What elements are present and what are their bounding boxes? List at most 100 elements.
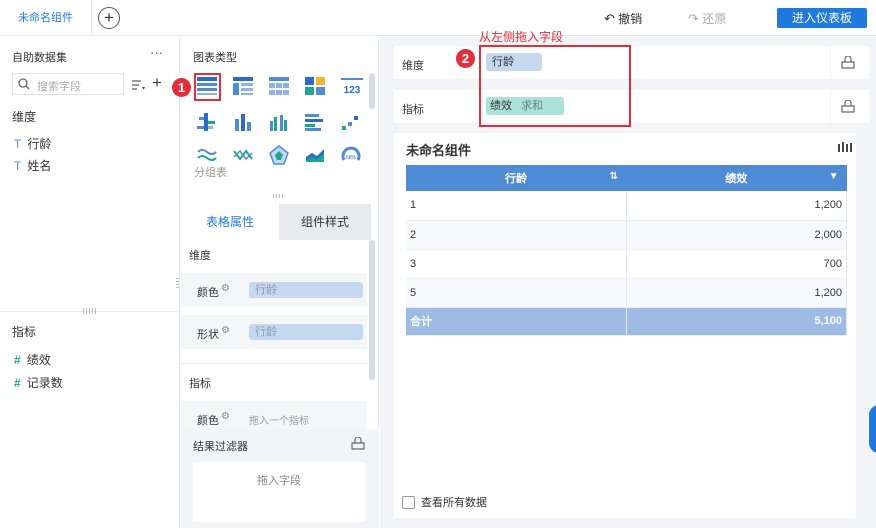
measure-field-record-count[interactable]: # 记录数 <box>14 374 63 391</box>
resize-handle[interactable] <box>83 308 97 314</box>
chart-types-scrollbar[interactable] <box>369 73 375 109</box>
section-divider <box>181 363 371 364</box>
scatter-chart-icon[interactable] <box>341 113 361 131</box>
color-block-icon[interactable] <box>305 77 325 95</box>
dimension-color-row: 颜色 ⚙ 行龄 <box>181 273 367 307</box>
sort-icon[interactable]: ⇅ <box>610 171 618 182</box>
annotation-hint: 从左侧拖入字段 <box>479 30 564 44</box>
result-filter-section: 结果过滤器 拖入字段 <box>181 429 379 528</box>
measure-header: 指标 <box>12 325 37 339</box>
undo-label: 撤销 <box>618 12 643 26</box>
svg-text:68%: 68% <box>346 155 357 161</box>
measure-field-performance[interactable]: # 绩效 <box>14 351 51 368</box>
measure-shelf-label: 指标 <box>402 104 424 116</box>
dataset-panel: 自助数据集 ··· 搜索字段 + 维度 T 行龄 T 姓名 指标 # 绩效 # 记录数 <box>0 37 180 528</box>
number-card-icon[interactable]: 123 <box>341 77 363 95</box>
add-tab-button[interactable]: + <box>98 7 120 29</box>
undo-icon: ↶ <box>604 11 615 26</box>
svg-text:123: 123 <box>344 85 361 95</box>
dimension-shelf-settings[interactable] <box>831 46 869 79</box>
result-filter-title: 结果过滤器 <box>193 441 248 453</box>
gauge-chart-icon[interactable]: 68% <box>341 145 361 165</box>
table-cell: 1 <box>406 191 627 221</box>
property-dimension-header: 维度 <box>189 250 211 262</box>
table-cell: 1,200 <box>626 191 847 221</box>
grouped-table-label: 分组表 <box>194 167 227 179</box>
dimension-field-name[interactable]: T 姓名 <box>14 157 51 174</box>
table-cell: 700 <box>626 249 847 279</box>
table-cell: 3 <box>406 249 627 279</box>
color-label: 颜色 <box>197 287 219 299</box>
show-all-data-checkbox[interactable]: 查看所有数据 <box>402 494 487 510</box>
color-field-pill[interactable]: 行龄 <box>249 282 363 298</box>
dropdown-arrow-icon[interactable]: ▼ <box>829 171 839 182</box>
gear-icon[interactable]: ⚙ <box>221 325 230 336</box>
checkbox-box[interactable] <box>402 496 415 509</box>
search-icon <box>18 78 30 90</box>
highlight-drop-shelves <box>479 45 631 127</box>
search-input[interactable]: 搜索字段 <box>12 73 124 95</box>
redo-button[interactable]: ↷ 还原 <box>688 10 726 27</box>
redo-label: 还原 <box>702 12 727 26</box>
shape-field-pill[interactable]: 行龄 <box>249 324 363 340</box>
tab-component-style[interactable]: 组件样式 <box>279 204 371 240</box>
left-panel-resize-handle[interactable] <box>176 276 179 288</box>
table-cell: 1,200 <box>626 278 847 308</box>
widget-card: 未命名组件 行龄 ⇅ 绩效 ▼ 1 1,200 2 2,000 3 700 5 … <box>394 133 856 518</box>
enter-dashboard-button[interactable]: 进入仪表板 <box>777 8 867 28</box>
chart-types-resize-handle[interactable] <box>273 194 285 198</box>
measure-drop-placeholder[interactable]: 拖入一个指标 <box>249 412 309 427</box>
table-cell: 2 <box>406 220 627 250</box>
detail-table-icon[interactable] <box>233 77 253 95</box>
radar-chart-icon[interactable] <box>269 145 289 165</box>
more-menu-button[interactable]: ··· <box>150 45 163 60</box>
grouped-grid-icon[interactable] <box>269 77 289 95</box>
text-field-icon: T <box>14 159 22 173</box>
area-chart-icon[interactable] <box>305 147 325 163</box>
bar-chart-icon[interactable] <box>305 113 325 131</box>
column-chart-icon[interactable] <box>233 113 253 131</box>
undo-button[interactable]: ↶ 撤销 <box>604 10 642 27</box>
search-placeholder: 搜索字段 <box>37 81 81 93</box>
filter-settings-icon[interactable] <box>351 437 365 450</box>
gear-icon[interactable]: ⚙ <box>221 283 230 294</box>
table-cell: 2,000 <box>626 220 847 250</box>
gear-icon[interactable]: ⚙ <box>221 411 230 422</box>
data-table: 行龄 ⇅ 绩效 ▼ 1 1,200 2 2,000 3 700 5 1,200 … <box>406 165 847 336</box>
field-label: 姓名 <box>27 159 52 173</box>
floating-help-widget[interactable] <box>869 405 876 453</box>
dimension-header: 维度 <box>12 110 37 124</box>
chart-toggle-icon[interactable] <box>838 142 852 153</box>
header-label: 绩效 <box>725 173 748 185</box>
grouped-column-icon[interactable] <box>269 113 289 131</box>
filter-drop-zone[interactable]: 拖入字段 <box>193 462 365 522</box>
highlight-table-chart <box>194 73 221 101</box>
properties-scrollbar[interactable] <box>369 240 375 380</box>
chart-types-title: 图表类型 <box>193 52 237 64</box>
table-row: 1 1,200 <box>406 191 847 221</box>
tab-table-properties[interactable]: 表格属性 <box>181 204 279 240</box>
dimension-field-age[interactable]: T 行龄 <box>14 135 51 152</box>
shape-label: 形状 <box>197 329 219 341</box>
top-bar: 未命名组件 + ↶ 撤销 ↷ 还原 进入仪表板 <box>0 0 876 36</box>
total-label-cell: 合计 <box>406 307 627 336</box>
table-total-row: 合计 5,100 <box>406 307 847 336</box>
table-header-age[interactable]: 行龄 ⇅ <box>406 165 626 191</box>
table-row: 2 2,000 <box>406 220 847 250</box>
measure-shelf-settings[interactable] <box>831 90 869 123</box>
redo-icon: ↷ <box>688 11 699 26</box>
field-label: 记录数 <box>26 376 63 390</box>
field-sort-icon[interactable] <box>131 78 147 92</box>
number-field-icon: # <box>14 376 21 390</box>
tab-component[interactable]: 未命名组件 <box>0 0 92 36</box>
table-header-performance[interactable]: 绩效 ▼ <box>626 165 847 191</box>
line-chart-icon[interactable] <box>233 147 253 163</box>
number-field-icon: # <box>14 353 21 367</box>
add-field-button[interactable]: + <box>152 73 162 93</box>
field-label: 绩效 <box>26 353 51 367</box>
header-label: 行龄 <box>505 173 527 185</box>
table-row: 3 700 <box>406 249 847 279</box>
widget-title: 未命名组件 <box>406 143 472 158</box>
wave-chart-icon[interactable] <box>197 147 217 163</box>
stacked-bar-icon[interactable] <box>197 113 217 131</box>
